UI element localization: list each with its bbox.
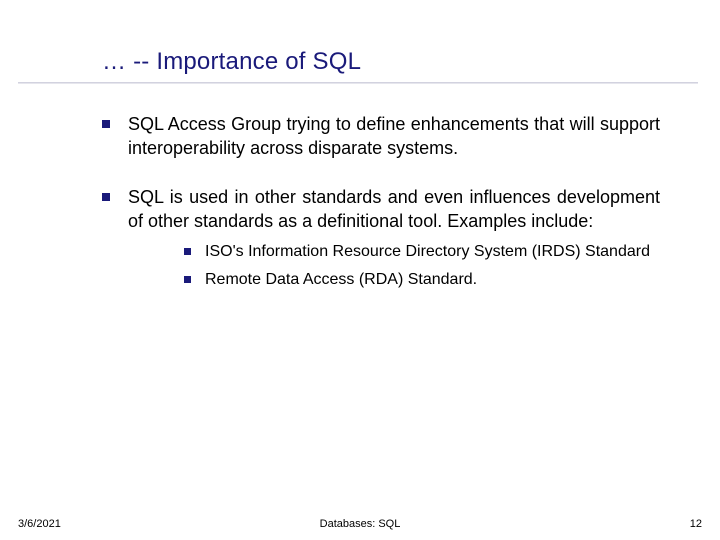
- bullet-item: SQL Access Group trying to define enhanc…: [102, 112, 660, 161]
- sub-bullet-text: ISO's Information Resource Directory Sys…: [205, 241, 650, 263]
- sub-bullet-item: Remote Data Access (RDA) Standard.: [184, 269, 660, 291]
- square-bullet-icon: [184, 248, 191, 255]
- sub-list: ISO's Information Resource Directory Sys…: [128, 233, 660, 290]
- sub-bullet-text: Remote Data Access (RDA) Standard.: [205, 269, 477, 291]
- footer-page-number: 12: [690, 518, 702, 530]
- footer-date: 3/6/2021: [18, 518, 61, 530]
- sub-bullet-item: ISO's Information Resource Directory Sys…: [184, 241, 660, 263]
- bullet-text: SQL is used in other standards and even …: [128, 185, 660, 234]
- square-bullet-icon: [184, 276, 191, 283]
- title-area: … -- Importance of SQL: [0, 0, 720, 76]
- square-bullet-icon: [102, 120, 110, 128]
- bullet-text: SQL Access Group trying to define enhanc…: [128, 112, 660, 161]
- square-bullet-icon: [102, 193, 110, 201]
- slide-title: … -- Importance of SQL: [102, 48, 720, 76]
- footer-center: Databases: SQL: [320, 518, 401, 530]
- content-area: SQL Access Group trying to define enhanc…: [0, 84, 720, 296]
- bullet-item: SQL is used in other standards and even …: [102, 185, 660, 297]
